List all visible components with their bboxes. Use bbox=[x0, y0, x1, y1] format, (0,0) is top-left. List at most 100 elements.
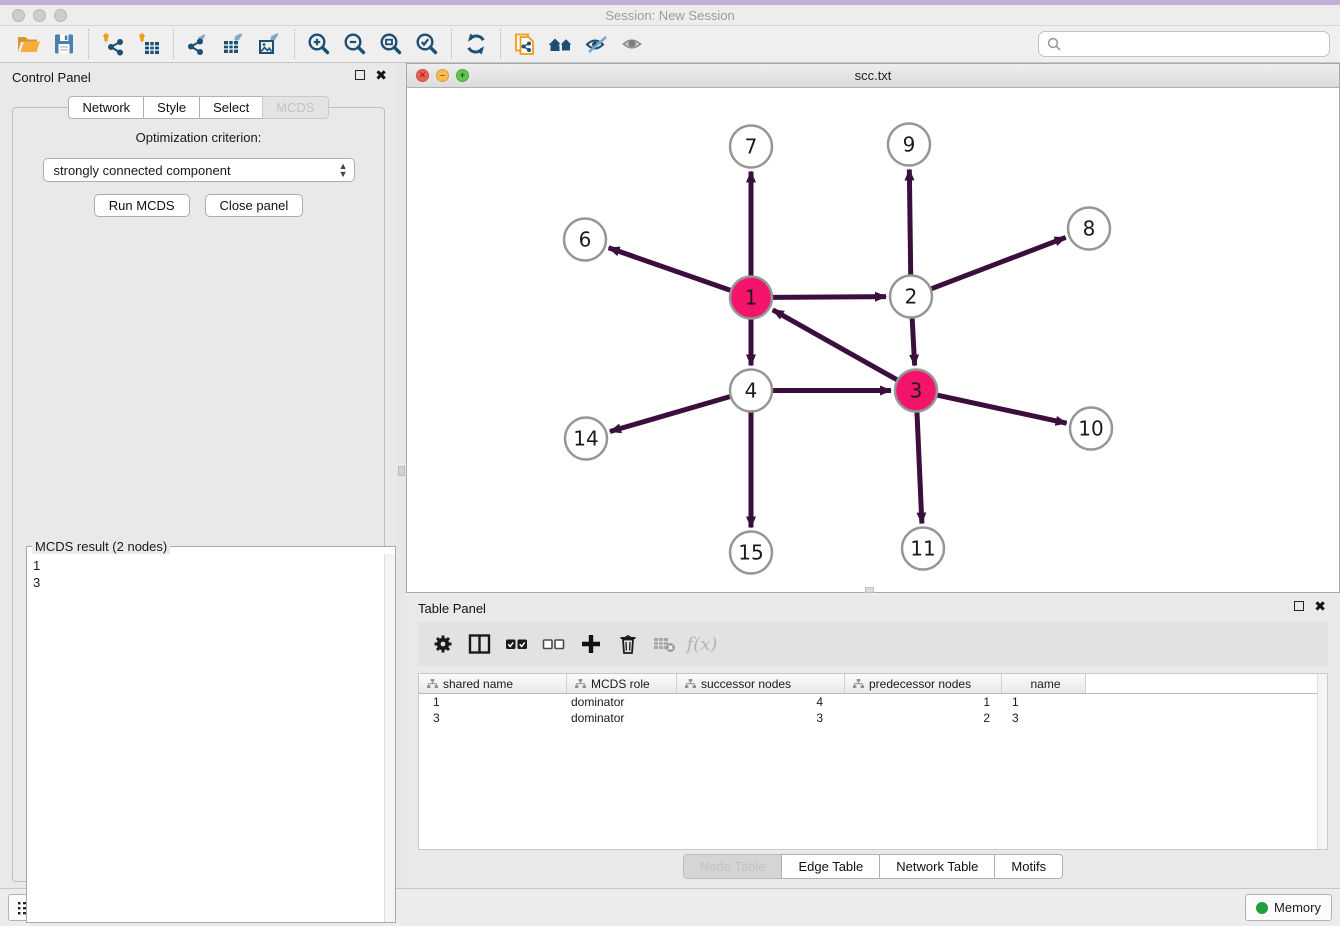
table-cell[interactable]: 1 bbox=[845, 694, 1002, 710]
optimization-criterion-select[interactable]: strongly connected component ▲▼ bbox=[43, 158, 355, 182]
column-header[interactable]: MCDS role bbox=[567, 674, 677, 693]
refresh-button[interactable] bbox=[458, 28, 494, 60]
node-table: shared name MCDS role successor nodes prede… bbox=[418, 673, 1328, 850]
zoom-out-button[interactable] bbox=[337, 28, 373, 60]
table-cell[interactable]: 1 bbox=[1002, 694, 1086, 710]
column-header[interactable]: predecessor nodes bbox=[845, 674, 1002, 693]
select-all-rows-button[interactable] bbox=[502, 629, 532, 659]
optimization-criterion-value: strongly connected component bbox=[54, 163, 231, 178]
import-network-button[interactable] bbox=[95, 28, 131, 60]
table-cell[interactable]: 4 bbox=[677, 694, 845, 710]
float-panel-icon[interactable] bbox=[355, 70, 365, 80]
graph-edge[interactable] bbox=[917, 412, 922, 523]
network-canvas[interactable]: 7968124314101511 bbox=[407, 88, 1339, 592]
table-scrollbar[interactable] bbox=[1317, 674, 1327, 849]
graph-edge[interactable] bbox=[610, 397, 730, 432]
table-cell[interactable]: dominator bbox=[567, 694, 677, 710]
network-graph[interactable]: 7968124314101511 bbox=[407, 88, 1339, 592]
tab-style[interactable]: Style bbox=[143, 96, 200, 119]
memory-button[interactable]: Memory bbox=[1245, 894, 1332, 921]
table-row[interactable]: 1dominator411 bbox=[419, 694, 1327, 710]
function-builder-button[interactable]: f(x) bbox=[687, 629, 717, 659]
column-header-label: predecessor nodes bbox=[869, 677, 971, 691]
show-panel-button[interactable] bbox=[615, 28, 651, 60]
graph-node-label: 10 bbox=[1078, 417, 1103, 441]
graph-node-label: 4 bbox=[745, 379, 758, 403]
mcds-result-scrollbar[interactable] bbox=[384, 554, 395, 922]
graph-edge[interactable] bbox=[912, 318, 915, 365]
table-cell[interactable]: 2 bbox=[845, 710, 1002, 726]
tab-select[interactable]: Select bbox=[199, 96, 263, 119]
hierarchy-icon bbox=[427, 679, 438, 689]
search-input[interactable] bbox=[1066, 37, 1321, 52]
export-image-button[interactable] bbox=[252, 28, 288, 60]
column-header-label: MCDS role bbox=[591, 677, 650, 691]
zoom-in-icon bbox=[306, 31, 332, 57]
network-window-titlebar[interactable]: ✕ – + scc.txt bbox=[407, 64, 1339, 88]
open-session-button[interactable] bbox=[10, 28, 46, 60]
graph-edge[interactable] bbox=[609, 248, 731, 290]
optimization-criterion-label: Optimization criterion: bbox=[13, 130, 384, 145]
export-table-button[interactable] bbox=[216, 28, 252, 60]
search-box[interactable] bbox=[1038, 31, 1330, 57]
table-settings-button[interactable] bbox=[428, 629, 458, 659]
export-network-button[interactable] bbox=[180, 28, 216, 60]
column-header[interactable]: name bbox=[1002, 674, 1086, 693]
table-cell[interactable]: 3 bbox=[677, 710, 845, 726]
deselect-all-rows-button[interactable] bbox=[539, 629, 569, 659]
minimize-window-icon[interactable] bbox=[33, 9, 46, 22]
tab-node-table[interactable]: Node Table bbox=[683, 854, 783, 879]
close-table-panel-icon[interactable]: ✖ bbox=[1314, 601, 1326, 611]
new-network-from-file-button[interactable] bbox=[507, 28, 543, 60]
graph-edge[interactable] bbox=[937, 395, 1066, 423]
home-button[interactable] bbox=[543, 28, 579, 60]
view-splitter-handle[interactable] bbox=[865, 587, 874, 593]
table-cell[interactable]: 1 bbox=[419, 694, 567, 710]
close-panel-icon[interactable]: ✖ bbox=[375, 70, 387, 80]
window-title: Session: New Session bbox=[605, 8, 734, 23]
zoom-selected-button[interactable] bbox=[409, 28, 445, 60]
panel-splitter[interactable] bbox=[397, 63, 406, 888]
table-cell[interactable]: 3 bbox=[419, 710, 567, 726]
close-window-icon[interactable] bbox=[12, 9, 25, 22]
graph-edge[interactable] bbox=[773, 310, 897, 380]
run-mcds-button[interactable]: Run MCDS bbox=[94, 194, 190, 217]
save-session-button[interactable] bbox=[46, 28, 82, 60]
minimize-view-icon[interactable]: – bbox=[436, 69, 449, 82]
mcds-result-box: MCDS result (2 nodes) 13 bbox=[26, 539, 396, 923]
zoom-fit-button[interactable] bbox=[373, 28, 409, 60]
tab-network[interactable]: Network bbox=[68, 96, 144, 119]
tab-motifs[interactable]: Motifs bbox=[994, 854, 1063, 879]
add-column-button[interactable] bbox=[576, 629, 606, 659]
zoom-window-icon[interactable] bbox=[54, 9, 67, 22]
mcds-result-line: 1 bbox=[33, 557, 379, 574]
column-header[interactable]: successor nodes bbox=[677, 674, 845, 693]
graph-edge[interactable] bbox=[773, 297, 886, 298]
close-view-icon[interactable]: ✕ bbox=[416, 69, 429, 82]
toolbar-separator bbox=[500, 29, 501, 59]
tab-mcds[interactable]: MCDS bbox=[262, 96, 328, 119]
window-controls[interactable] bbox=[12, 9, 67, 22]
tab-edge-table[interactable]: Edge Table bbox=[781, 854, 880, 879]
close-panel-button[interactable]: Close panel bbox=[205, 194, 304, 217]
table-cell[interactable]: dominator bbox=[567, 710, 677, 726]
table-panel: Table Panel ✖ bbox=[406, 596, 1340, 888]
graph-edge[interactable] bbox=[932, 237, 1066, 288]
maximize-view-icon[interactable]: + bbox=[456, 69, 469, 82]
float-table-panel-icon[interactable] bbox=[1294, 601, 1304, 611]
tab-network-table[interactable]: Network Table bbox=[879, 854, 995, 879]
table-cell[interactable]: 3 bbox=[1002, 710, 1086, 726]
import-table-button[interactable] bbox=[131, 28, 167, 60]
destroy-table-button[interactable] bbox=[650, 629, 680, 659]
memory-label: Memory bbox=[1274, 900, 1321, 915]
table-row[interactable]: 3dominator323 bbox=[419, 710, 1327, 726]
zoom-in-button[interactable] bbox=[301, 28, 337, 60]
column-header[interactable]: shared name bbox=[419, 674, 567, 693]
show-columns-button[interactable] bbox=[465, 629, 495, 659]
network-view-title: scc.txt bbox=[855, 68, 892, 83]
hide-panels-button[interactable] bbox=[579, 28, 615, 60]
splitter-handle[interactable] bbox=[398, 466, 405, 476]
graph-edge[interactable] bbox=[909, 169, 910, 274]
delete-column-button[interactable] bbox=[613, 629, 643, 659]
gear-icon bbox=[432, 633, 454, 655]
